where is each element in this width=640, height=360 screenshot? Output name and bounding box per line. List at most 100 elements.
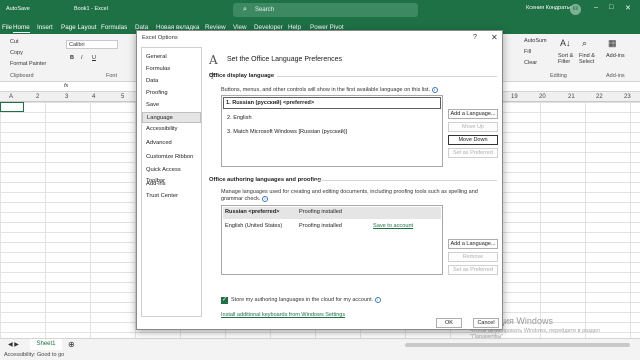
cancel-button[interactable]: Cancel bbox=[473, 318, 499, 328]
column-header[interactable]: 21 bbox=[568, 94, 575, 100]
ok-button[interactable]: OK bbox=[436, 318, 462, 328]
addins-group-label: Add-ins bbox=[606, 73, 625, 79]
clear-button[interactable]: Clear bbox=[524, 60, 537, 66]
store-cloud-text: Store my authoring languages in the clou… bbox=[231, 297, 374, 303]
dialog-title: Excel Options bbox=[142, 35, 178, 41]
remove-button[interactable]: Remove bbox=[448, 252, 498, 262]
nav-item-save[interactable]: Save bbox=[142, 100, 201, 111]
italic-button[interactable]: I bbox=[81, 55, 83, 61]
addins-icon: ▦ bbox=[608, 38, 617, 48]
horizontal-scrollbar[interactable] bbox=[405, 343, 630, 347]
language-cell: Russian <preferred> bbox=[225, 209, 280, 215]
nav-item-language[interactable]: Language bbox=[142, 112, 201, 123]
maximize-icon[interactable]: □ bbox=[609, 4, 613, 11]
language-panel: A字 Set the Office Language Preferences O… bbox=[207, 47, 499, 318]
move-up-button[interactable]: Move Up bbox=[448, 122, 498, 132]
tab-formulas[interactable]: Formulas bbox=[101, 24, 127, 31]
authoring-desc-text: Manage languages used for creating and e… bbox=[221, 189, 478, 202]
avatar[interactable]: КК bbox=[570, 4, 581, 15]
language-cell: English (United States) bbox=[225, 223, 283, 229]
column-header[interactable]: 5 bbox=[121, 94, 124, 100]
font-name-select[interactable]: Calibri bbox=[66, 40, 118, 49]
tab-home[interactable]: Home bbox=[13, 24, 30, 33]
section-divider bbox=[277, 76, 497, 77]
font-name-value: Calibri bbox=[69, 42, 85, 48]
tab-insert[interactable]: Insert bbox=[37, 24, 53, 31]
nav-item-accessibility[interactable]: Accessibility bbox=[142, 124, 201, 135]
clipboard-group-label: Clipboard bbox=[10, 73, 34, 79]
font-group-label: Font bbox=[106, 73, 118, 79]
language-icon: A字 bbox=[209, 53, 218, 80]
column-header[interactable]: 20 bbox=[539, 94, 546, 100]
tab-page-layout[interactable]: Page Layout bbox=[61, 24, 96, 31]
format-painter-button[interactable]: Format Painter bbox=[10, 61, 46, 67]
search-box[interactable]: ⌕ Search bbox=[233, 3, 418, 17]
table-row[interactable]: Russian <preferred> Proofing installed bbox=[223, 207, 441, 219]
sort-filter-button[interactable]: Sort & Filter bbox=[558, 53, 578, 65]
list-item[interactable]: 2. English bbox=[224, 115, 252, 121]
nav-item-proofing[interactable]: Proofing bbox=[142, 88, 201, 99]
authoring-language-list[interactable]: Russian <preferred> Proofing installed E… bbox=[221, 205, 443, 275]
info-icon[interactable]: i bbox=[261, 196, 268, 202]
save-to-account-link[interactable]: Save to account bbox=[373, 223, 413, 229]
nav-item-general[interactable]: General bbox=[142, 52, 201, 63]
list-item[interactable]: 1. Russian (русский) <preferred> bbox=[223, 97, 441, 109]
move-down-button[interactable]: Move Down bbox=[448, 135, 498, 145]
proofing-cell: Proofing installed bbox=[299, 223, 342, 229]
find-select-button[interactable]: Find & Select bbox=[579, 53, 599, 65]
autosave-label[interactable]: AutoSave bbox=[6, 6, 30, 12]
add-sheet-icon[interactable]: ⊕ bbox=[68, 340, 75, 349]
add-display-language-button[interactable]: Add a Language... bbox=[448, 109, 498, 119]
nav-item-quick-access-toolbar[interactable]: Quick Access Toolbar bbox=[142, 165, 201, 184]
selected-cell[interactable] bbox=[0, 102, 24, 112]
fx-icon[interactable]: fx bbox=[64, 83, 68, 89]
store-cloud-checkbox[interactable]: ✓ bbox=[221, 297, 228, 304]
accessibility-status[interactable]: Accessibility: Good to go bbox=[4, 352, 64, 358]
autosum-button[interactable]: AutoSum bbox=[524, 38, 547, 44]
info-icon[interactable]: i bbox=[431, 87, 438, 93]
column-header[interactable]: 22 bbox=[596, 94, 603, 100]
cut-button[interactable]: Cut bbox=[10, 39, 19, 45]
help-icon[interactable]: ? bbox=[473, 34, 477, 41]
sheet-bar: ◀ ▶ Sheet1 ⊕ bbox=[0, 338, 640, 351]
copy-button[interactable]: Copy bbox=[10, 50, 23, 56]
excel-options-dialog: Excel Options ? ✕ General Formulas Data … bbox=[136, 30, 503, 330]
display-language-section: Office display language bbox=[209, 73, 275, 79]
set-preferred-authoring-button[interactable]: Set as Preferred bbox=[448, 265, 498, 275]
title-bar: AutoSave Book1 - Excel ⌕ Search Ксения К… bbox=[0, 0, 640, 20]
fill-button[interactable]: Fill bbox=[524, 49, 531, 55]
add-authoring-language-button[interactable]: Add a Language... bbox=[448, 239, 498, 249]
nav-item-trust-center[interactable]: Trust Center bbox=[142, 191, 201, 202]
set-preferred-display-button[interactable]: Set as Preferred bbox=[448, 148, 498, 158]
underline-button[interactable]: U bbox=[92, 55, 96, 61]
nav-item-customize-ribbon[interactable]: Customize Ribbon bbox=[142, 152, 201, 163]
panel-heading: Set the Office Language Preferences bbox=[227, 56, 343, 63]
column-header[interactable]: 19 bbox=[511, 94, 518, 100]
column-header[interactable]: 23 bbox=[624, 94, 631, 100]
tab-file[interactable]: File bbox=[2, 24, 12, 31]
nav-item-data[interactable]: Data bbox=[142, 76, 201, 87]
minimize-icon[interactable]: – bbox=[594, 4, 598, 11]
nav-item-advanced[interactable]: Advanced bbox=[142, 138, 201, 149]
close-icon[interactable]: ✕ bbox=[491, 33, 498, 42]
addins-button[interactable]: Add-ins bbox=[606, 53, 625, 59]
bold-button[interactable]: B bbox=[70, 55, 74, 61]
display-language-list[interactable]: 1. Russian (русский) <preferred> 2. Engl… bbox=[221, 95, 443, 167]
sort-filter-icon: A↓ bbox=[560, 38, 571, 48]
find-icon: ⌕ bbox=[582, 38, 588, 48]
display-desc-text: Buttons, menus, and other controls will … bbox=[221, 87, 431, 93]
list-item[interactable]: 3. Match Microsoft Windows [Russian (рус… bbox=[224, 129, 347, 135]
sheet-nav-icon[interactable]: ◀ ▶ bbox=[8, 341, 19, 348]
column-header[interactable]: 4 bbox=[92, 94, 95, 100]
info-icon[interactable]: i bbox=[374, 297, 381, 303]
column-header[interactable]: A bbox=[9, 94, 13, 100]
column-header[interactable]: 2 bbox=[36, 94, 39, 100]
table-row[interactable]: English (United States) Proofing install… bbox=[223, 221, 441, 233]
search-icon: ⌕ bbox=[243, 6, 247, 13]
options-nav: General Formulas Data Proofing Save Lang… bbox=[141, 47, 202, 317]
nav-item-addins[interactable]: Add-ins bbox=[142, 179, 201, 190]
column-header[interactable]: 3 bbox=[65, 94, 68, 100]
close-window-icon[interactable]: ✕ bbox=[625, 4, 631, 12]
nav-item-formulas[interactable]: Formulas bbox=[142, 64, 201, 75]
store-cloud-label: Store my authoring languages in the clou… bbox=[231, 297, 506, 304]
